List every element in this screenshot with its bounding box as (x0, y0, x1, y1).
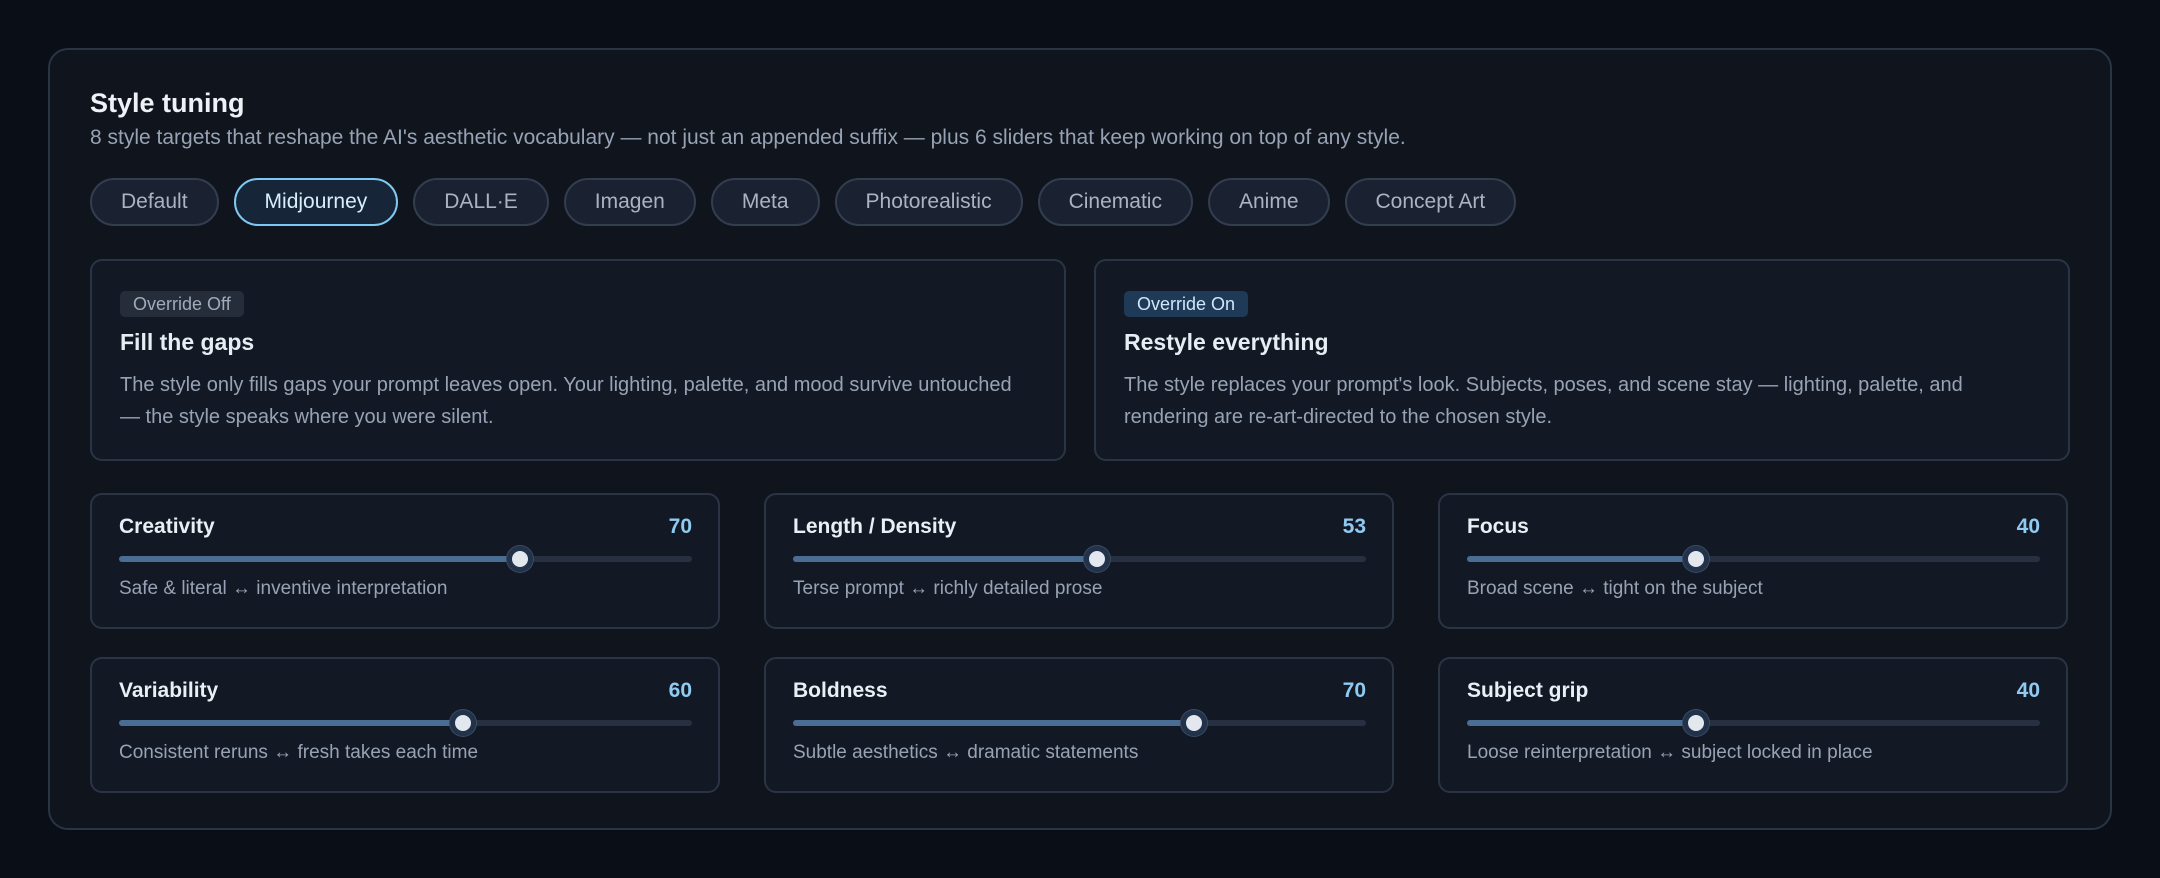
slider-description: Broad scene ↔ tight on the subject (1467, 578, 1763, 599)
slider-description: Subtle aesthetics ↔ dramatic statements (793, 742, 1139, 763)
slider-thumb[interactable] (507, 546, 534, 572)
style-chip-group: Default Midjourney DALL·E Imagen Meta Ph… (90, 178, 1517, 226)
slider-thumb[interactable] (449, 710, 476, 736)
override-on-description: The style replaces your prompt's look. S… (1124, 374, 1963, 428)
override-off-title: Fill the gaps (120, 329, 255, 355)
slider-label: Subject grip (1467, 679, 1589, 702)
override-on-badge: Override On (1124, 291, 1249, 317)
override-off-badge: Override Off (120, 291, 244, 317)
slider-track[interactable] (1467, 710, 2040, 736)
slider-card-focus: Focus 40 Broad scene ↔ tight on the subj… (1438, 493, 2068, 629)
slider-value: 70 (1342, 679, 1366, 702)
slider-track[interactable] (793, 710, 1366, 736)
slider-track[interactable] (1467, 546, 2040, 572)
slider-value: 40 (2016, 679, 2040, 702)
slider-value: 60 (668, 679, 692, 702)
override-off-card[interactable]: Override Off Fill the gaps The style onl… (90, 259, 1066, 461)
style-chip-midjourney[interactable]: Midjourney (233, 178, 399, 226)
slider-card-length-density: Length / Density 53 Terse prompt ↔ richl… (764, 493, 1394, 629)
slider-thumb[interactable] (1181, 710, 1208, 736)
slider-label: Creativity (119, 515, 215, 538)
slider-description: Consistent reruns ↔ fresh takes each tim… (119, 742, 479, 763)
style-chip-cinematic[interactable]: Cinematic (1037, 178, 1193, 226)
slider-track[interactable] (119, 710, 692, 736)
override-mode-group: Override Off Fill the gaps The style onl… (90, 259, 2070, 461)
slider-description: Terse prompt ↔ richly detailed prose (793, 578, 1103, 599)
style-chip-imagen[interactable]: Imagen (563, 178, 696, 226)
slider-description: Safe & literal ↔ inventive interpretatio… (119, 578, 448, 599)
style-chip-dalle[interactable]: DALL·E (413, 178, 549, 226)
slider-label: Boldness (793, 679, 888, 702)
override-on-card[interactable]: Override On Restyle everything The style… (1094, 259, 2070, 461)
slider-thumb[interactable] (1683, 710, 1710, 736)
slider-card-subject-grip: Subject grip 40 Loose reinterpretation ↔… (1438, 657, 2068, 793)
slider-value: 53 (1342, 515, 1366, 538)
panel-title: Style tuning (90, 88, 245, 118)
slider-fill (119, 720, 463, 726)
slider-fill (119, 556, 521, 562)
slider-label: Length / Density (793, 515, 957, 538)
slider-fill (793, 720, 1195, 726)
style-tuning-panel: Style tuning 8 style targets that reshap… (48, 48, 2112, 830)
slider-value: 70 (668, 515, 692, 538)
style-chip-anime[interactable]: Anime (1207, 178, 1330, 226)
slider-fill (1467, 720, 1697, 726)
slider-card-creativity: Creativity 70 Safe & literal ↔ inventive… (90, 493, 720, 629)
override-on-title: Restyle everything (1124, 329, 1329, 355)
slider-label: Focus (1467, 515, 1529, 538)
slider-card-boldness: Boldness 70 Subtle aesthetics ↔ dramatic… (764, 657, 1394, 793)
style-chip-photorealistic[interactable]: Photorealistic (834, 178, 1023, 226)
slider-fill (793, 556, 1097, 562)
panel-subtitle: 8 style targets that reshape the AI's ae… (90, 126, 1406, 149)
override-off-description: The style only fills gaps your prompt le… (120, 374, 1012, 428)
slider-thumb[interactable] (1683, 546, 1710, 572)
style-chip-meta[interactable]: Meta (710, 178, 820, 226)
slider-value: 40 (2016, 515, 2040, 538)
slider-fill (1467, 556, 1697, 562)
slider-track[interactable] (793, 546, 1366, 572)
slider-description: Loose reinterpretation ↔ subject locked … (1467, 742, 1873, 763)
slider-label: Variability (119, 679, 219, 702)
slider-thumb[interactable] (1083, 546, 1110, 572)
style-chip-default[interactable]: Default (90, 178, 219, 226)
slider-card-variability: Variability 60 Consistent reruns ↔ fresh… (90, 657, 720, 793)
style-chip-concept-art[interactable]: Concept Art (1344, 178, 1517, 226)
slider-track[interactable] (119, 546, 692, 572)
slider-grid: Creativity 70 Safe & literal ↔ inventive… (90, 493, 2068, 793)
